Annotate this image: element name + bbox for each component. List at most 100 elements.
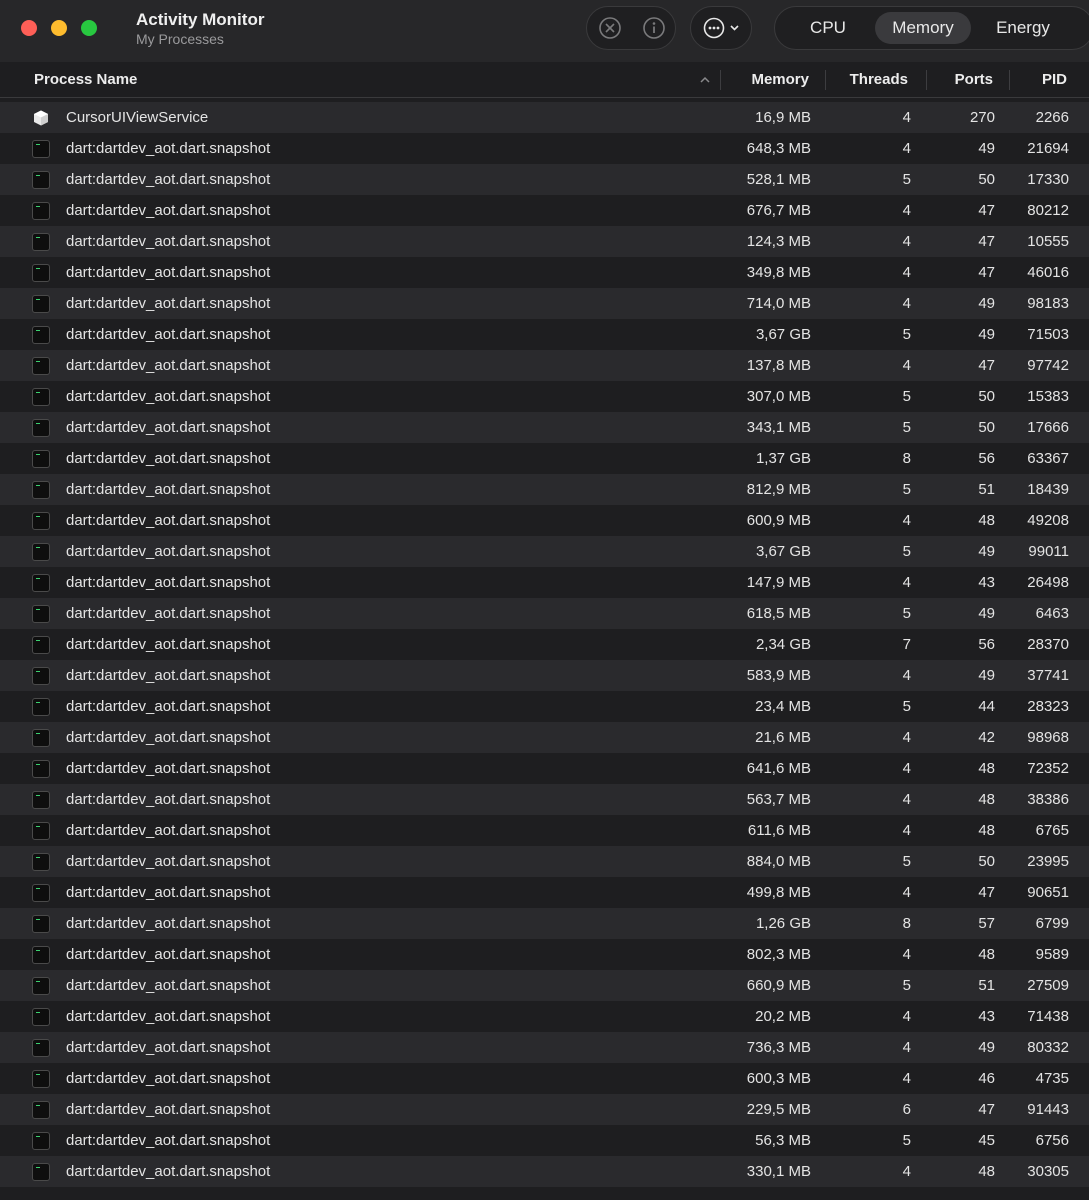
terminal-icon [32,264,50,282]
column-divider[interactable] [720,70,721,90]
process-row[interactable]: dart:dartdev_aot.dart.snapshot 812,9 MB 5 5… [0,474,1089,505]
terminal-icon [32,140,50,158]
process-threads: 4 [902,295,911,312]
terminal-icon [32,1039,50,1057]
process-row[interactable]: dart:dartdev_aot.dart.snapshot 600,3 MB 4 4… [0,1063,1089,1094]
process-row[interactable]: dart:dartdev_aot.dart.snapshot 307,0 MB 5 5… [0,381,1089,412]
process-pid: 17330 [1027,171,1069,188]
process-row[interactable]: dart:dartdev_aot.dart.snapshot 124,3 MB 4 4… [0,226,1089,257]
process-row[interactable]: dart:dartdev_aot.dart.snapshot 611,6 MB 4 4… [0,815,1089,846]
process-pid: 80212 [1027,202,1069,219]
process-pid: 18439 [1027,481,1069,498]
process-threads: 4 [902,512,911,529]
process-ports: 46 [978,1070,995,1087]
process-row[interactable]: dart:dartdev_aot.dart.snapshot 563,7 MB 4 4… [0,784,1089,815]
process-name: dart:dartdev_aot.dart.snapshot [66,636,271,653]
process-row[interactable]: dart:dartdev_aot.dart.snapshot 1,37 GB 8 56… [0,443,1089,474]
column-header-pid[interactable]: PID [1042,71,1067,88]
process-row[interactable]: CursorUIViewService 16,9 MB 4 270 2266 [0,102,1089,133]
tab-cpu[interactable]: CPU [783,12,873,44]
process-row[interactable]: dart:dartdev_aot.dart.snapshot 330,1 MB 4 4… [0,1156,1089,1187]
tab-memory[interactable]: Memory [875,12,971,44]
stop-process-icon[interactable] [597,15,623,41]
process-threads: 4 [902,109,911,126]
process-row[interactable]: dart:dartdev_aot.dart.snapshot 648,3 MB 4 4… [0,133,1089,164]
tab-energy[interactable]: Energy [975,12,1071,44]
process-row[interactable]: dart:dartdev_aot.dart.snapshot 56,3 MB 5 45… [0,1125,1089,1156]
process-row[interactable]: dart:dartdev_aot.dart.snapshot 23,4 MB 5 44… [0,691,1089,722]
process-row[interactable]: dart:dartdev_aot.dart.snapshot 21,6 MB 4 42… [0,722,1089,753]
process-ports: 51 [978,481,995,498]
process-threads: 4 [902,1070,911,1087]
terminal-icon [32,481,50,499]
process-row[interactable]: dart:dartdev_aot.dart.snapshot 229,5 MB 6 4… [0,1094,1089,1125]
process-memory: 349,8 MB [746,264,811,281]
view-tabs: CPU Memory Energy [774,6,1089,50]
process-memory: 563,7 MB [746,791,811,808]
close-window-button[interactable] [21,20,37,36]
process-row[interactable]: dart:dartdev_aot.dart.snapshot 660,9 MB 5 5… [0,970,1089,1001]
terminal-icon [32,977,50,995]
process-row[interactable]: dart:dartdev_aot.dart.snapshot 736,3 MB 4 4… [0,1032,1089,1063]
process-pid: 15383 [1027,388,1069,405]
process-row[interactable]: dart:dartdev_aot.dart.snapshot 137,8 MB 4 4… [0,350,1089,381]
process-row[interactable]: dart:dartdev_aot.dart.snapshot 147,9 MB 4 4… [0,567,1089,598]
process-row[interactable]: dart:dartdev_aot.dart.snapshot 3,67 GB 5 49… [0,319,1089,350]
process-name: dart:dartdev_aot.dart.snapshot [66,388,271,405]
process-memory: 307,0 MB [746,388,811,405]
process-row[interactable]: dart:dartdev_aot.dart.snapshot 20,2 MB 4 43… [0,1001,1089,1032]
process-pid: 6463 [1035,605,1069,622]
process-pid: 23995 [1027,853,1069,870]
process-row[interactable]: dart:dartdev_aot.dart.snapshot 528,1 MB 5 5… [0,164,1089,195]
column-header-ports[interactable]: Ports [955,71,993,88]
process-ports: 270 [969,109,995,126]
process-pid: 71503 [1027,326,1069,343]
process-threads: 8 [902,915,911,932]
column-divider[interactable] [1009,70,1010,90]
window-toolbar: Activity Monitor My Processes CPU Memory… [0,0,1089,62]
minimize-window-button[interactable] [51,20,67,36]
process-row[interactable]: dart:dartdev_aot.dart.snapshot 600,9 MB 4 4… [0,505,1089,536]
process-threads: 5 [902,1132,911,1149]
column-divider[interactable] [926,70,927,90]
process-row[interactable]: dart:dartdev_aot.dart.snapshot 802,3 MB 4 4… [0,939,1089,970]
process-row[interactable]: dart:dartdev_aot.dart.snapshot 714,0 MB 4 4… [0,288,1089,319]
process-name: dart:dartdev_aot.dart.snapshot [66,357,271,374]
process-row[interactable]: dart:dartdev_aot.dart.snapshot 343,1 MB 5 5… [0,412,1089,443]
process-threads: 4 [902,1039,911,1056]
more-options-icon[interactable] [701,15,743,41]
process-memory: 330,1 MB [746,1163,811,1180]
column-header-process-name[interactable]: Process Name [34,71,137,88]
column-header-threads[interactable]: Threads [850,71,908,88]
process-ports: 57 [978,915,995,932]
process-threads: 5 [902,419,911,436]
process-ports: 49 [978,605,995,622]
process-memory: 23,4 MB [755,698,811,715]
process-name: dart:dartdev_aot.dart.snapshot [66,791,271,808]
zoom-window-button[interactable] [81,20,97,36]
process-row[interactable]: dart:dartdev_aot.dart.snapshot 1,26 GB 8 57… [0,908,1089,939]
column-header-memory[interactable]: Memory [751,71,809,88]
process-row[interactable]: dart:dartdev_aot.dart.snapshot 676,7 MB 4 4… [0,195,1089,226]
process-row[interactable]: dart:dartdev_aot.dart.snapshot 884,0 MB 5 5… [0,846,1089,877]
process-memory: 600,3 MB [746,1070,811,1087]
process-row[interactable]: dart:dartdev_aot.dart.snapshot 2,34 GB 7 56… [0,629,1089,660]
process-memory: 16,9 MB [755,109,811,126]
process-name: dart:dartdev_aot.dart.snapshot [66,1101,271,1118]
process-row[interactable]: dart:dartdev_aot.dart.snapshot 3,67 GB 5 49… [0,536,1089,567]
process-threads: 4 [902,667,911,684]
terminal-icon [32,1163,50,1181]
process-ports: 47 [978,1101,995,1118]
process-pid: 6799 [1035,915,1069,932]
info-icon[interactable] [641,15,667,41]
process-row[interactable]: dart:dartdev_aot.dart.snapshot 641,6 MB 4 4… [0,753,1089,784]
process-row[interactable]: dart:dartdev_aot.dart.snapshot 583,9 MB 4 4… [0,660,1089,691]
process-row[interactable]: dart:dartdev_aot.dart.snapshot 618,5 MB 5 4… [0,598,1089,629]
process-threads: 4 [902,729,911,746]
process-name: dart:dartdev_aot.dart.snapshot [66,760,271,777]
process-row[interactable]: dart:dartdev_aot.dart.snapshot 349,8 MB 4 4… [0,257,1089,288]
process-name: dart:dartdev_aot.dart.snapshot [66,419,271,436]
process-ports: 43 [978,1008,995,1025]
column-divider[interactable] [825,70,826,90]
process-row[interactable]: dart:dartdev_aot.dart.snapshot 499,8 MB 4 4… [0,877,1089,908]
